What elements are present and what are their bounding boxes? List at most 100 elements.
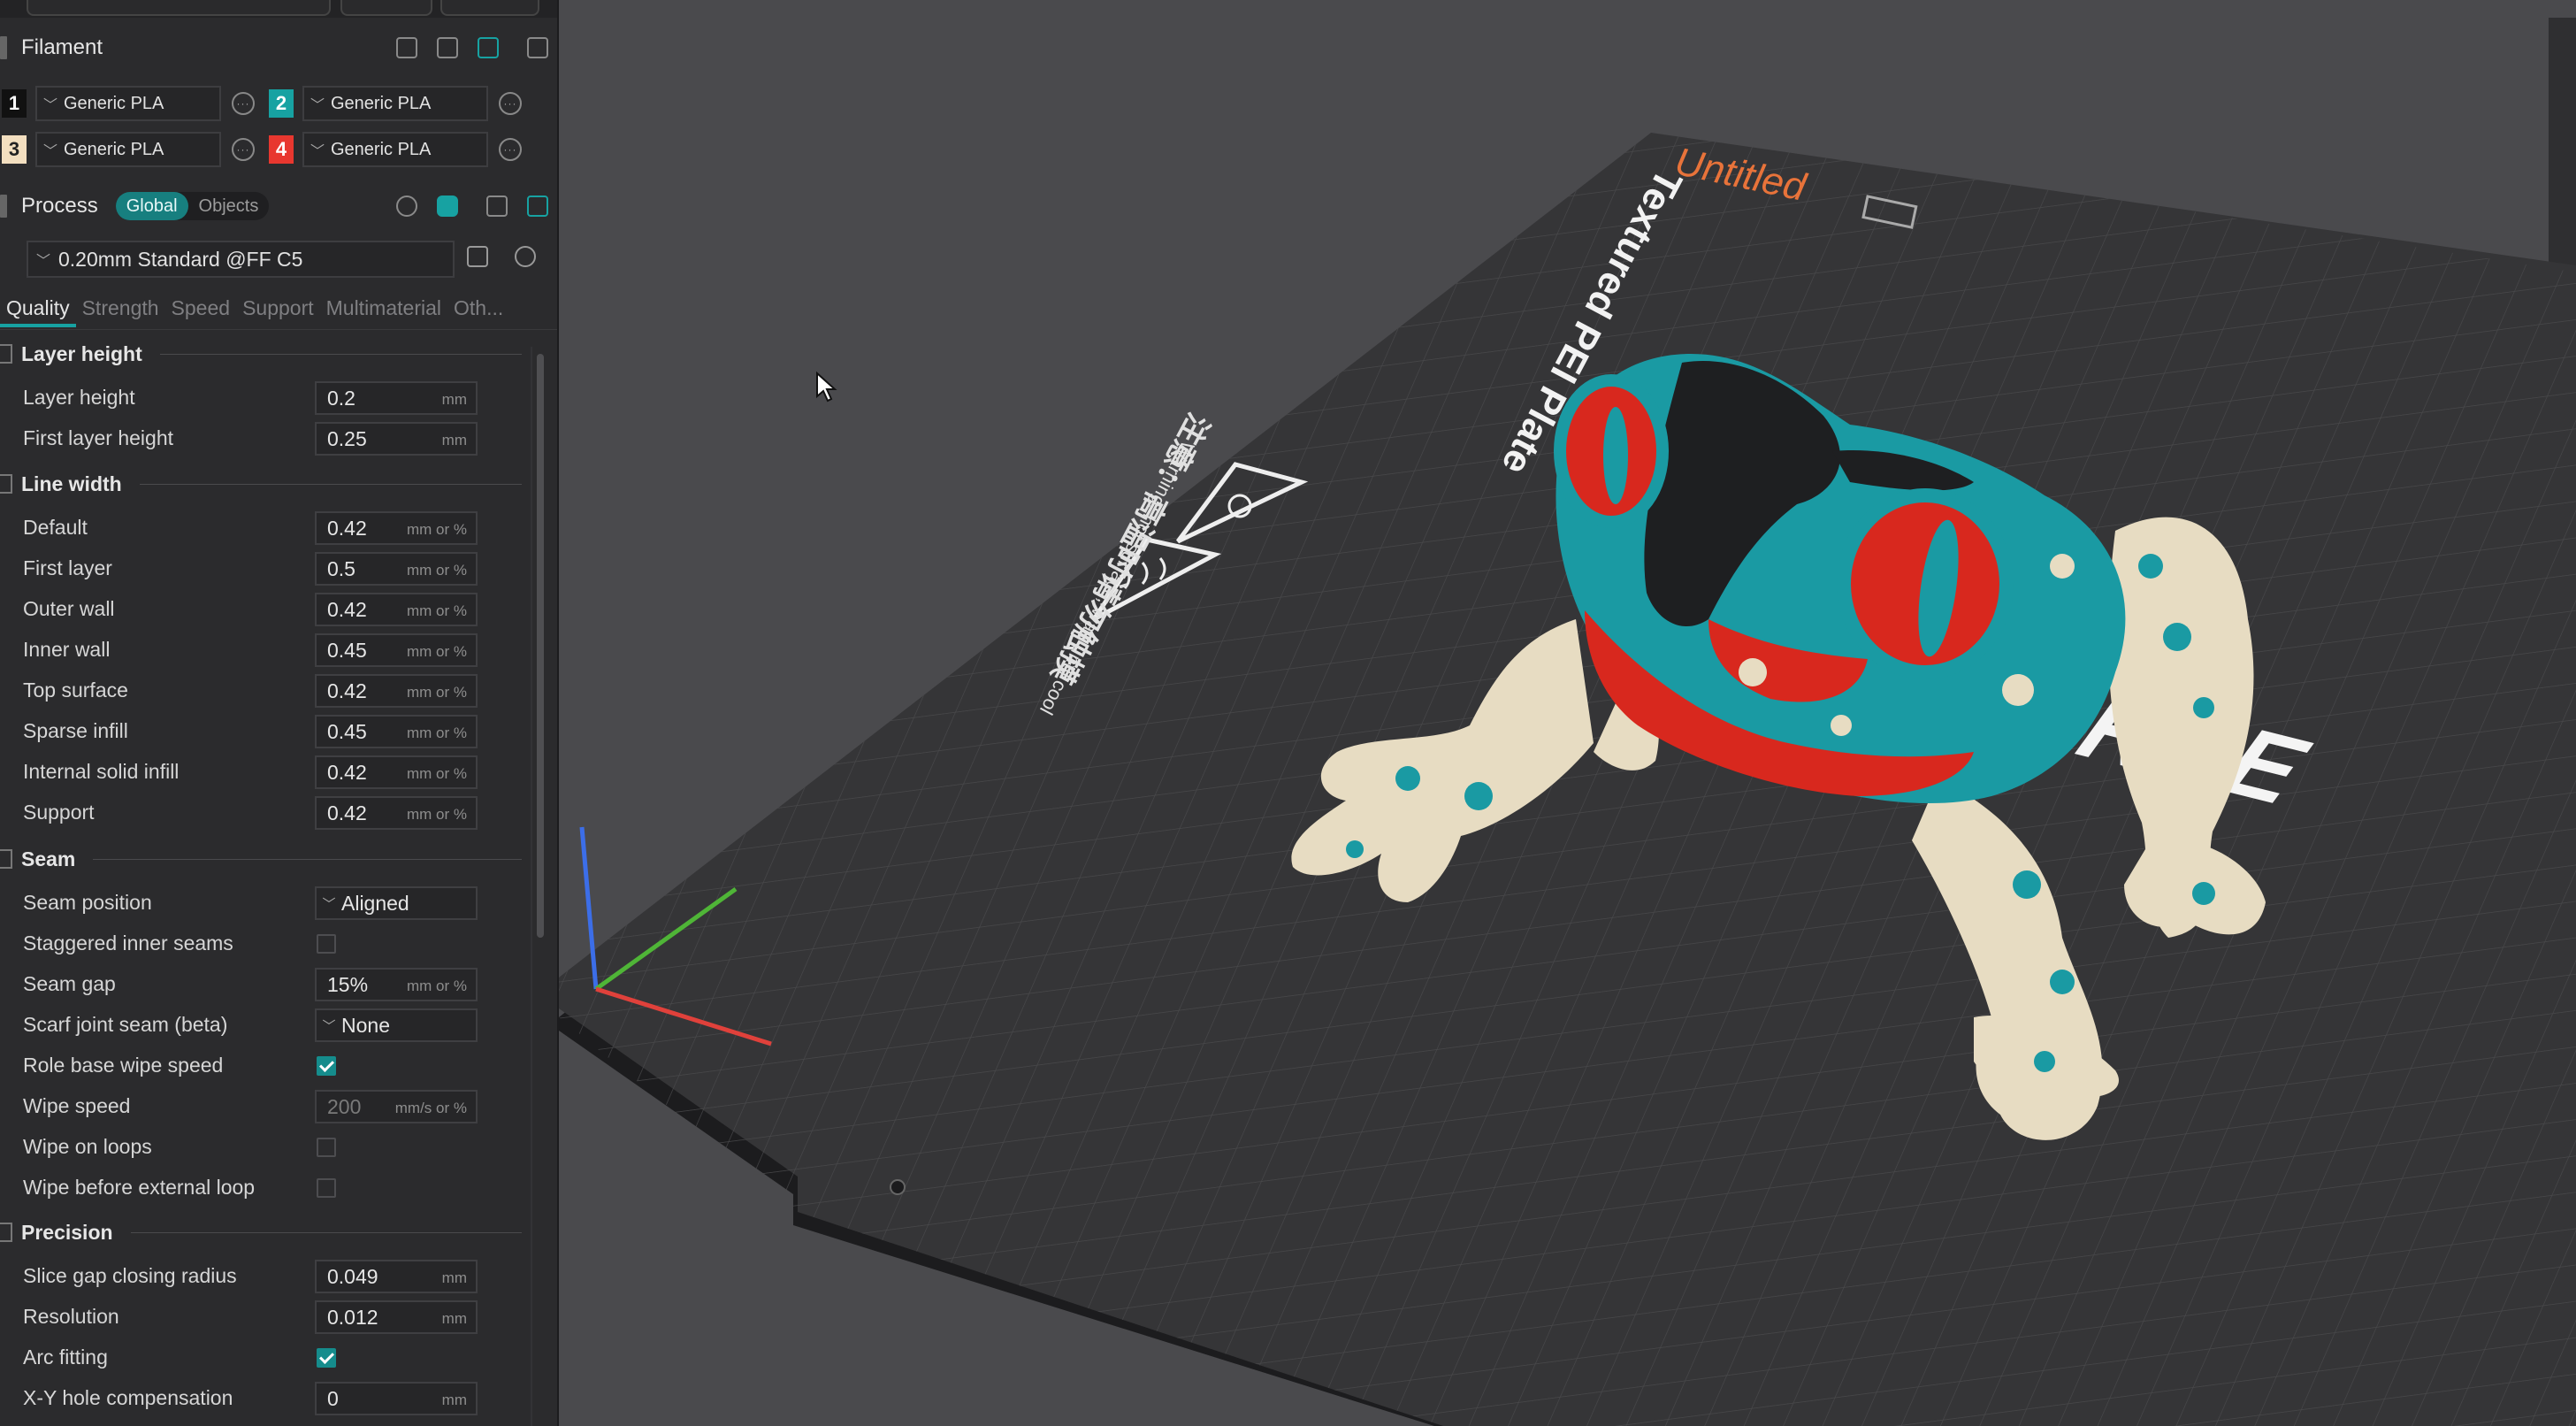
line-width-top-surface-input[interactable]: 0.42 mm or % — [315, 674, 478, 708]
tab-strength[interactable]: Strength — [76, 292, 165, 327]
save-preset-icon[interactable] — [467, 246, 488, 267]
staggered-inner-seams-checkbox[interactable] — [317, 934, 336, 954]
setting-row: Role base wipe speed — [0, 1045, 531, 1085]
tab-others[interactable]: Oth... — [447, 292, 509, 327]
chevron-down-icon: ﹀ — [322, 896, 336, 912]
filament-select[interactable]: ﹀ Generic PLA — [35, 132, 221, 167]
setting-row: First layer height 0.25 mm — [0, 418, 531, 458]
compare-presets-icon[interactable] — [486, 196, 508, 217]
toggle-objects[interactable]: Objects — [188, 192, 270, 220]
filament-settings-icon[interactable] — [527, 37, 548, 58]
setting-row: Sparse infill 0.45 mm or % — [0, 710, 531, 751]
process-tabs: Quality Strength Speed Support Multimate… — [0, 292, 557, 327]
tab-multimaterial[interactable]: Multimaterial — [320, 292, 447, 327]
filament-row: 1 ﹀ Generic PLA ··· 2 ﹀ Generic PLA ··· — [0, 83, 522, 124]
line-width-default-input[interactable]: 0.42 mm or % — [315, 511, 478, 545]
line-width-outer-wall-input[interactable]: 0.42 mm or % — [315, 593, 478, 626]
scroll-track — [531, 347, 532, 1426]
line-width-support-input[interactable]: 0.42 mm or % — [315, 796, 478, 830]
filament-title: Filament — [21, 35, 103, 59]
xy-hole-compensation-input[interactable]: 0 mm — [315, 1382, 478, 1415]
filament-slot-number[interactable]: 1 — [2, 89, 27, 118]
filament-edit-icon[interactable]: ··· — [499, 92, 522, 115]
filament-edit-icon[interactable]: ··· — [232, 92, 255, 115]
wipe-on-loops-checkbox[interactable] — [317, 1138, 336, 1157]
setting-row: X-Y hole compensation 0 mm — [0, 1377, 531, 1418]
process-header: Process Global Objects — [0, 180, 557, 233]
group-precision: Precision — [0, 1215, 531, 1250]
tab-speed[interactable]: Speed — [165, 292, 237, 327]
preset-actions — [467, 246, 536, 267]
group-layer-height: Layer height — [0, 336, 531, 372]
3d-viewport[interactable]: Untitled Textured PEI Plate Warning: hot… — [559, 0, 2576, 1426]
chevron-down-icon: ﹀ — [310, 98, 325, 113]
filament-select[interactable]: ﹀ Generic PLA — [302, 132, 488, 167]
first-layer-height-input[interactable]: 0.25 mm — [315, 422, 478, 456]
tab-support[interactable]: Support — [236, 292, 320, 327]
scarf-joint-seam-select[interactable]: ﹀ None — [315, 1008, 478, 1042]
filament-section-icon — [0, 36, 7, 59]
toolbar-tab[interactable] — [27, 0, 331, 16]
seam-gap-input[interactable]: 15% mm or % — [315, 968, 478, 1001]
filament-header-actions — [396, 21, 548, 74]
process-settings-icon[interactable] — [527, 196, 548, 217]
toolbar-tab[interactable] — [440, 0, 539, 16]
plate-hole — [890, 1179, 906, 1195]
add-filament-icon[interactable] — [396, 37, 417, 58]
remove-filament-icon[interactable] — [437, 37, 458, 58]
filament-select[interactable]: ﹀ Generic PLA — [35, 86, 221, 121]
setting-row: Support 0.42 mm or % — [0, 792, 531, 832]
filament-edit-icon[interactable]: ··· — [232, 138, 255, 161]
line-width-inner-wall-input[interactable]: 0.45 mm or % — [315, 633, 478, 667]
arc-fitting-checkbox[interactable] — [317, 1348, 336, 1368]
layer-height-icon — [0, 344, 12, 364]
filament-edit-icon[interactable]: ··· — [499, 138, 522, 161]
setting-row: Layer height 0.2 mm — [0, 377, 531, 418]
setting-row: Default 0.42 mm or % — [0, 507, 531, 548]
setting-row: Wipe before external loop — [0, 1167, 531, 1208]
tab-quality[interactable]: Quality — [0, 292, 76, 327]
seam-icon — [0, 849, 12, 869]
sync-filament-icon[interactable] — [478, 37, 499, 58]
process-section-icon — [0, 195, 7, 218]
wipe-speed-input[interactable]: 200 mm/s or % — [315, 1090, 478, 1123]
layer-height-input[interactable]: 0.2 mm — [315, 381, 478, 415]
global-objects-toggle[interactable]: Global Objects — [115, 192, 270, 220]
filament-header: Filament — [0, 21, 557, 74]
setting-row: Top surface 0.42 mm or % — [0, 670, 531, 710]
process-preset-select[interactable]: ﹀ 0.20mm Standard @FF C5 — [27, 241, 455, 278]
setting-row: Resolution 0.012 mm — [0, 1296, 531, 1337]
toolbar-tab[interactable] — [340, 0, 432, 16]
role-base-wipe-speed-checkbox[interactable] — [317, 1056, 336, 1076]
setting-row: Slice gap closing radius 0.049 mm — [0, 1255, 531, 1296]
chevron-down-icon: ﹀ — [42, 98, 57, 113]
line-width-first-layer-input[interactable]: 0.5 mm or % — [315, 552, 478, 586]
group-seam: Seam — [0, 841, 531, 877]
line-width-icon — [0, 474, 12, 494]
filament-slot-number[interactable]: 3 — [2, 135, 27, 164]
advanced-settings-icon[interactable] — [396, 196, 417, 217]
top-toolbar-strip — [0, 0, 557, 18]
group-line-width: Line width — [0, 466, 531, 502]
advanced-mode-switch[interactable] — [437, 196, 458, 217]
seam-position-select[interactable]: ﹀ Aligned — [315, 886, 478, 920]
wipe-before-external-loop-checkbox[interactable] — [317, 1178, 336, 1198]
settings-scrollbar[interactable] — [537, 354, 544, 938]
line-width-sparse-infill-input[interactable]: 0.45 mm or % — [315, 715, 478, 748]
setting-row: Internal solid infill 0.42 mm or % — [0, 751, 531, 792]
setting-row: Seam gap 15% mm or % — [0, 963, 531, 1004]
filament-select[interactable]: ﹀ Generic PLA — [302, 86, 488, 121]
chevron-down-icon: ﹀ — [42, 144, 57, 159]
setting-row: Scarf joint seam (beta) ﹀ None — [0, 1004, 531, 1045]
filament-slot-number[interactable]: 2 — [269, 89, 294, 118]
resolution-input[interactable]: 0.012 mm — [315, 1300, 478, 1334]
slice-gap-closing-radius-input[interactable]: 0.049 mm — [315, 1260, 478, 1293]
toggle-global[interactable]: Global — [115, 192, 188, 220]
chevron-down-icon: ﹀ — [310, 144, 325, 159]
setting-row: Wipe speed 200 mm/s or % — [0, 1085, 531, 1126]
search-icon[interactable] — [515, 246, 536, 267]
setting-row: First layer 0.5 mm or % — [0, 548, 531, 588]
filament-slot-number[interactable]: 4 — [269, 135, 294, 164]
line-width-internal-solid-input[interactable]: 0.42 mm or % — [315, 755, 478, 789]
setting-row: Arc fitting — [0, 1337, 531, 1377]
